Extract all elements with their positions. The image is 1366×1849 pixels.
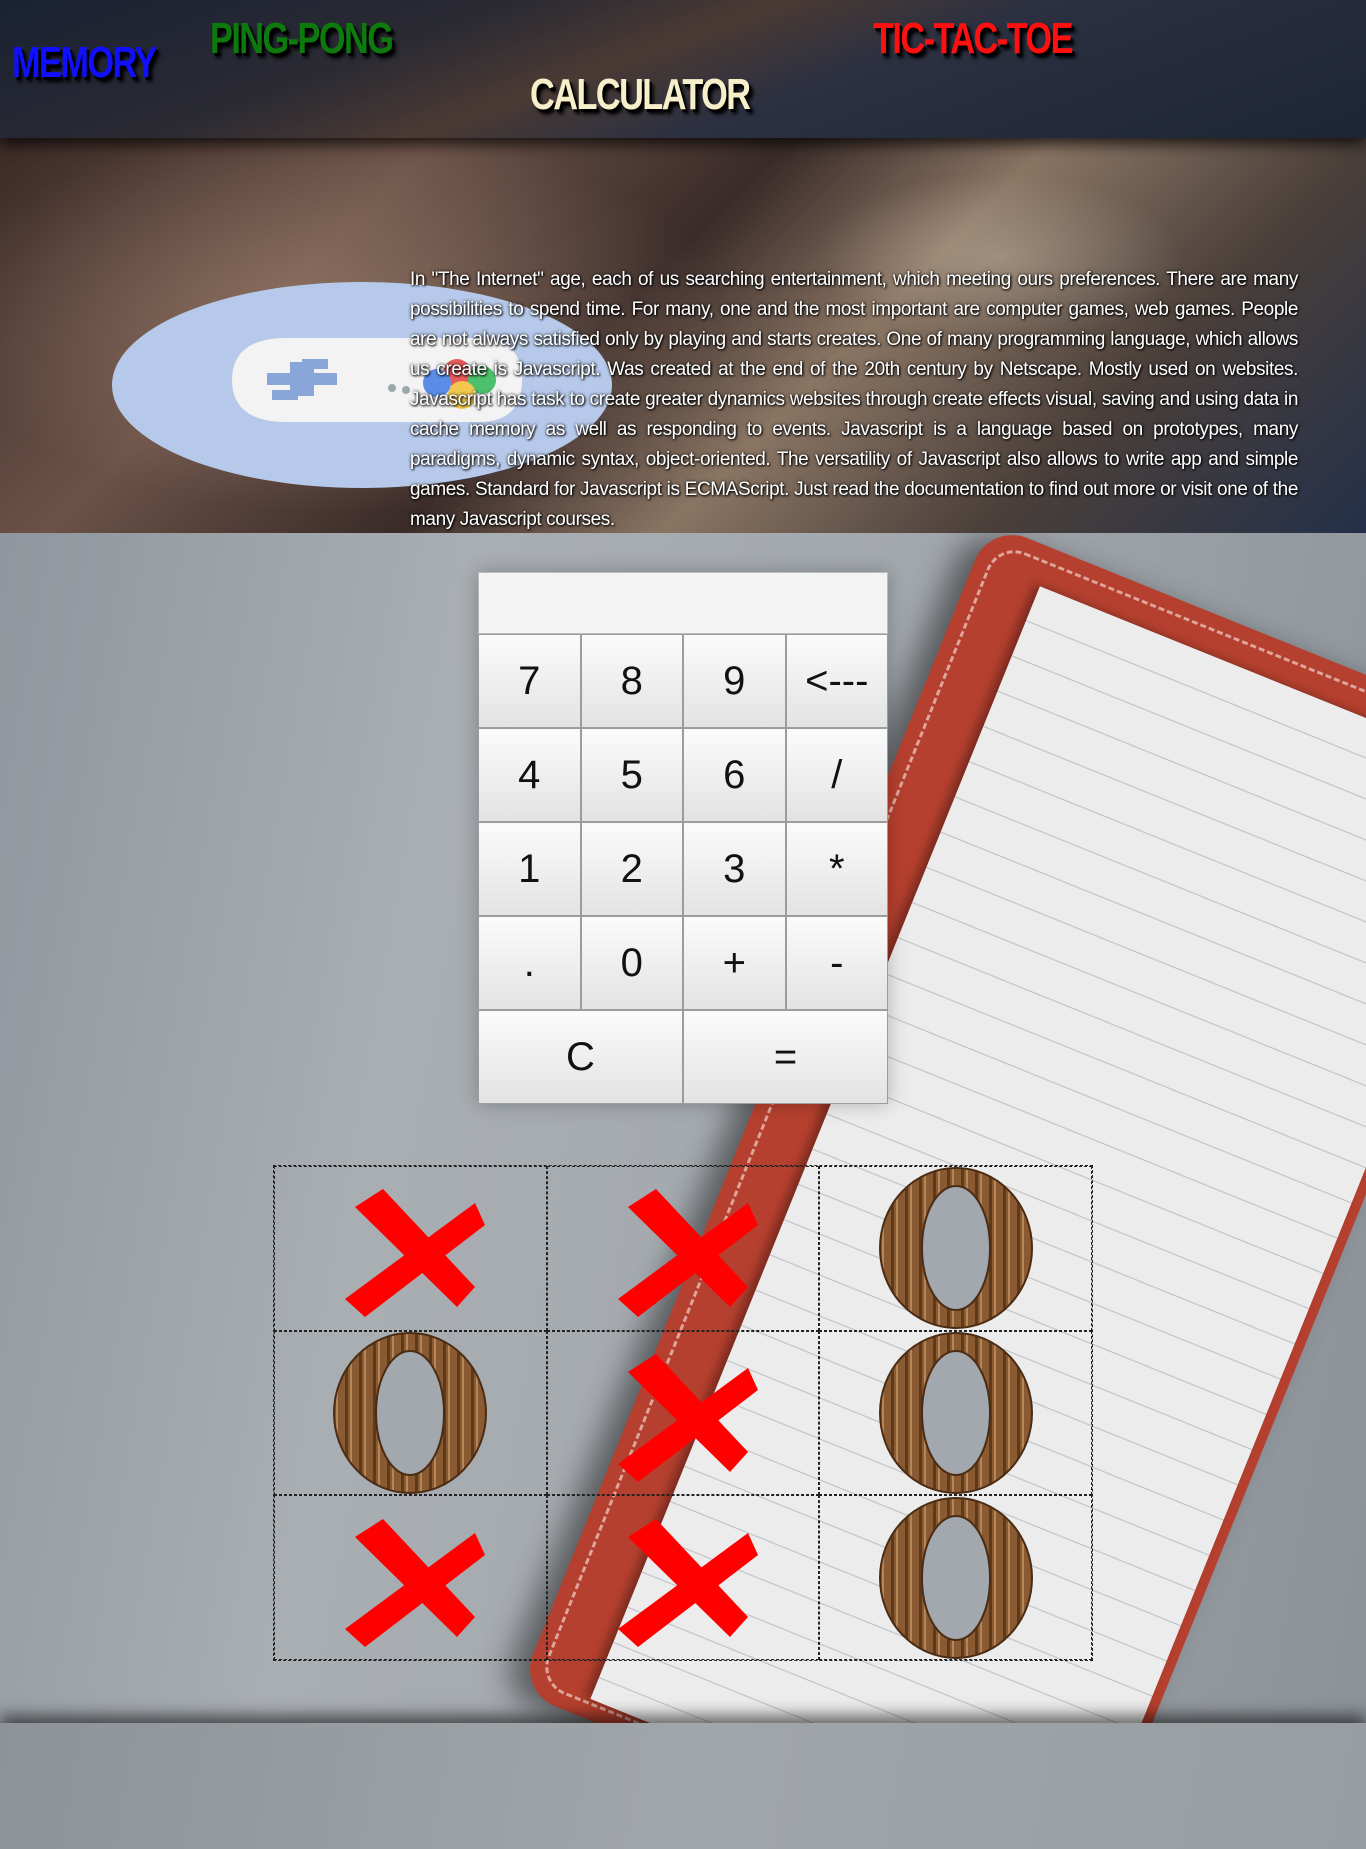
- calc-button-9[interactable]: 9: [683, 634, 786, 728]
- calc-button-3[interactable]: 3: [683, 822, 786, 916]
- o-mark-icon: [878, 1167, 1033, 1330]
- o-mark-icon: [878, 1496, 1033, 1659]
- ttt-cell-6[interactable]: [819, 1330, 1092, 1496]
- calc-button-decimal[interactable]: .: [478, 916, 581, 1010]
- calc-button-clear[interactable]: C: [478, 1010, 683, 1104]
- games-section: 7 8 9 <--- 4 5 6 / 1 2 3 * . 0 + - C =: [0, 533, 1366, 1723]
- calc-button-8[interactable]: 8: [580, 634, 683, 728]
- calc-button-backspace[interactable]: <---: [785, 634, 888, 728]
- nav-link-ping-pong[interactable]: PING-PONG: [210, 14, 394, 64]
- nav-link-tic-tac-toe[interactable]: TIC-TAC-TOE: [873, 14, 1073, 64]
- calc-button-equals[interactable]: =: [683, 1010, 888, 1104]
- ttt-cell-2[interactable]: [546, 1166, 820, 1331]
- o-mark-icon: [878, 1331, 1033, 1494]
- calc-button-6[interactable]: 6: [683, 728, 786, 822]
- calculator-keypad: 7 8 9 <--- 4 5 6 / 1 2 3 * . 0 + - C =: [478, 634, 888, 1104]
- calc-button-2[interactable]: 2: [580, 822, 683, 916]
- footer: [0, 1723, 1366, 1849]
- ttt-cell-8[interactable]: [546, 1495, 820, 1660]
- calc-button-4[interactable]: 4: [478, 728, 581, 822]
- x-mark-icon: [617, 1189, 758, 1318]
- calc-button-multiply[interactable]: *: [785, 822, 888, 916]
- x-mark-icon: [617, 1518, 758, 1647]
- calc-button-minus[interactable]: -: [785, 916, 888, 1010]
- calc-button-0[interactable]: 0: [580, 916, 683, 1010]
- nav-link-memory[interactable]: MEMORY: [12, 38, 157, 88]
- calc-button-divide[interactable]: /: [785, 728, 888, 822]
- calc-button-plus[interactable]: +: [683, 916, 786, 1010]
- calc-button-7[interactable]: 7: [478, 634, 581, 728]
- top-nav: MEMORY PING-PONG CALCULATOR TIC-TAC-TOE: [0, 0, 1366, 138]
- ttt-cell-4[interactable]: [274, 1330, 547, 1496]
- calculator-display: [478, 572, 888, 634]
- o-mark-icon: [333, 1331, 488, 1494]
- ttt-cell-1[interactable]: [274, 1166, 547, 1331]
- nav-link-calculator[interactable]: CALCULATOR: [530, 70, 751, 120]
- x-mark-icon: [345, 1518, 486, 1647]
- calculator: 7 8 9 <--- 4 5 6 / 1 2 3 * . 0 + - C =: [478, 572, 888, 1104]
- ttt-cell-9[interactable]: [819, 1495, 1092, 1660]
- intro-paragraph: In "The Internet" age, each of us search…: [410, 269, 1298, 530]
- x-mark-icon: [345, 1189, 486, 1318]
- calc-button-5[interactable]: 5: [580, 728, 683, 822]
- ttt-cell-5[interactable]: [546, 1330, 820, 1496]
- x-mark-icon: [617, 1353, 758, 1482]
- ttt-cell-3[interactable]: [819, 1166, 1092, 1331]
- calc-button-1[interactable]: 1: [478, 822, 581, 916]
- ttt-cell-7[interactable]: [274, 1495, 547, 1660]
- tic-tac-toe-board: [273, 1165, 1093, 1661]
- intro-section: In "The Internet" age, each of us search…: [0, 138, 1366, 533]
